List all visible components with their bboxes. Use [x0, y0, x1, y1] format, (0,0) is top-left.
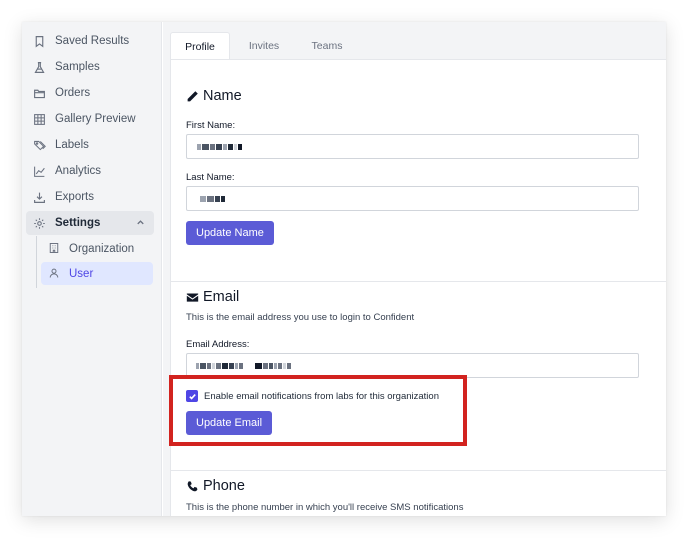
email-notifications-checkbox[interactable] — [186, 390, 198, 402]
tab-label: Profile — [185, 40, 215, 53]
folder-icon — [32, 86, 46, 100]
redacted-value — [197, 143, 242, 151]
chart-icon — [32, 164, 46, 178]
update-email-button[interactable]: Update Email — [186, 411, 273, 435]
grid-icon — [32, 112, 46, 126]
email-address-input[interactable] — [186, 353, 639, 378]
tags-icon — [32, 138, 46, 152]
email-section-title: Email — [186, 289, 239, 305]
email-address-label: Email Address: — [186, 339, 250, 350]
redacted-value — [200, 195, 225, 203]
first-name-input[interactable] — [186, 134, 639, 159]
tab-label: Teams — [311, 40, 343, 52]
pencil-icon — [187, 90, 198, 101]
phone-description: This is the phone number in which you'll… — [186, 502, 464, 513]
flask-icon — [32, 60, 46, 74]
profile-content: Name First Name: Last Name: Update Name … — [170, 59, 666, 516]
main-panel: Profile Invites Teams Name First Name: L… — [163, 22, 666, 516]
sidebar-item-saved-results[interactable]: Saved Results — [26, 29, 154, 53]
submenu-guide-line — [36, 236, 37, 288]
redacted-value — [196, 362, 291, 370]
last-name-label: Last Name: — [186, 172, 235, 183]
sidebar-item-label: Orders — [55, 87, 91, 99]
tab-invites[interactable]: Invites — [235, 32, 293, 60]
app-window: Saved Results Samples Orders Gallery Pre… — [22, 22, 666, 516]
section-divider — [171, 281, 666, 282]
gear-icon — [32, 216, 46, 230]
phone-title-text: Phone — [203, 478, 245, 494]
tab-profile[interactable]: Profile — [170, 32, 230, 60]
sidebar-item-label: Gallery Preview — [55, 113, 136, 125]
last-name-input[interactable] — [186, 186, 639, 211]
sidebar-item-label: Samples — [55, 61, 100, 73]
name-section-title: Name — [186, 88, 242, 104]
sidebar-item-gallery-preview[interactable]: Gallery Preview — [26, 107, 154, 131]
phone-section-title: Phone — [186, 478, 245, 494]
sidebar-item-samples[interactable]: Samples — [26, 55, 154, 79]
building-icon — [48, 242, 61, 255]
email-notifications-label[interactable]: Enable email notifications from labs for… — [204, 391, 439, 402]
email-description: This is the email address you use to log… — [186, 312, 415, 323]
sidebar-item-settings[interactable]: Settings — [26, 211, 154, 235]
checkmark-icon — [188, 393, 196, 400]
tab-teams[interactable]: Teams — [299, 32, 355, 60]
sidebar-item-label: Analytics — [55, 165, 102, 177]
update-name-button[interactable]: Update Name — [186, 221, 274, 245]
phone-icon — [187, 480, 198, 491]
sidebar-item-labels[interactable]: Labels — [26, 133, 154, 157]
sidebar-item-analytics[interactable]: Analytics — [26, 159, 154, 183]
bookmark-icon — [32, 34, 46, 48]
sidebar-item-label: Settings — [55, 217, 101, 229]
sidebar: Saved Results Samples Orders Gallery Pre… — [22, 22, 162, 516]
sidebar-item-exports[interactable]: Exports — [26, 185, 154, 209]
envelope-icon — [186, 292, 199, 302]
user-icon — [48, 267, 61, 280]
sidebar-subitem-organization[interactable]: Organization — [41, 237, 153, 260]
email-title-text: Email — [203, 289, 240, 305]
sidebar-item-label: Exports — [55, 191, 94, 203]
tab-label: Invites — [248, 40, 280, 52]
first-name-label: First Name: — [186, 120, 236, 131]
sidebar-subitem-label: Organization — [69, 242, 135, 255]
tab-bar: Profile Invites Teams — [163, 22, 666, 60]
download-icon — [32, 190, 46, 204]
sidebar-item-orders[interactable]: Orders — [26, 81, 154, 105]
sidebar-item-label: Saved Results — [55, 35, 130, 47]
name-title-text: Name — [203, 88, 242, 104]
sidebar-subitem-label: User — [69, 267, 94, 280]
chevron-up-icon[interactable] — [135, 217, 146, 228]
sidebar-subitem-user[interactable]: User — [41, 262, 153, 285]
sidebar-item-label: Labels — [55, 139, 89, 151]
section-divider — [171, 470, 666, 471]
